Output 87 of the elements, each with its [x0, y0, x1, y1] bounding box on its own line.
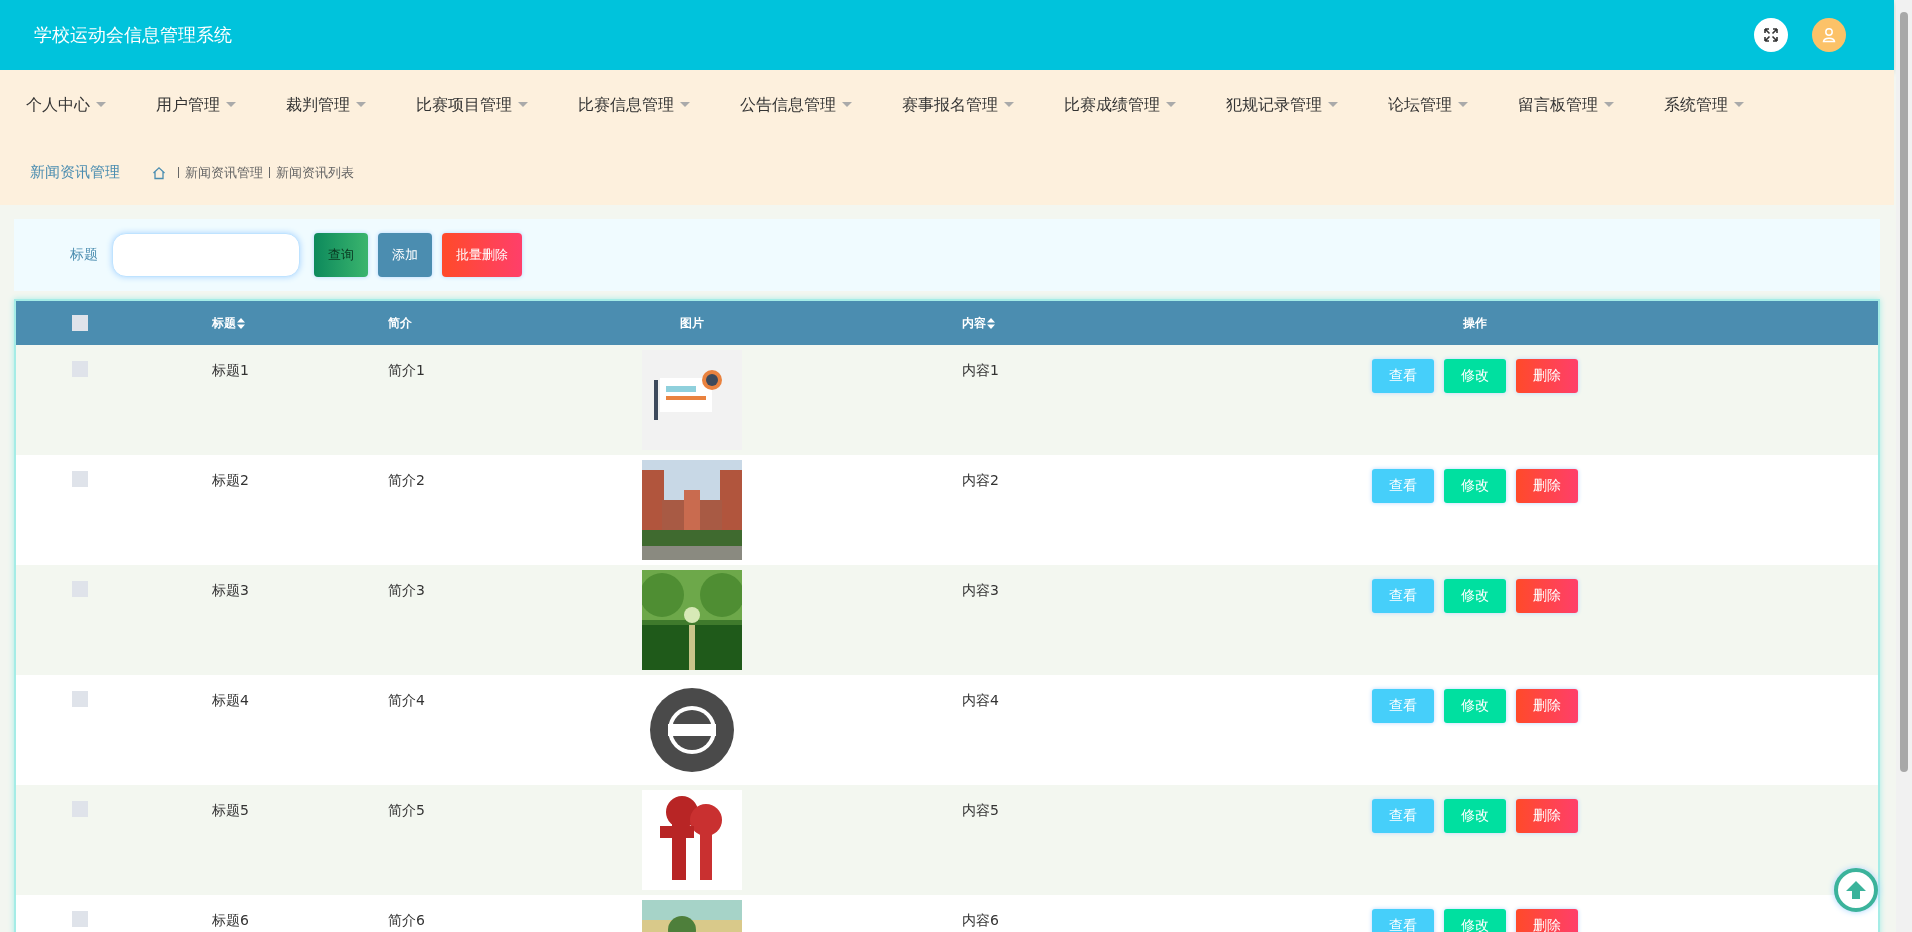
toolbar-button[interactable]: 添加 [378, 233, 432, 277]
nav-menu-item[interactable]: 论坛管理 [1388, 94, 1468, 116]
row-action-button[interactable]: 查看 [1372, 579, 1434, 613]
sort-icon[interactable] [237, 317, 245, 329]
caret-icon [842, 102, 852, 108]
table-cell: 标题4 [212, 692, 249, 708]
row-action-button[interactable]: 删除 [1516, 909, 1578, 932]
table-cell: 简介2 [388, 472, 425, 488]
row-checkbox[interactable] [72, 471, 88, 487]
table-cell: 标题6 [212, 912, 249, 928]
caret-icon [680, 102, 690, 108]
arrow-up-icon [1845, 879, 1867, 901]
nav-menu-item[interactable]: 个人中心 [26, 94, 106, 116]
scrollbar[interactable] [1896, 0, 1912, 932]
row-checkbox[interactable] [72, 911, 88, 927]
nav-menu-item[interactable]: 留言板管理 [1518, 94, 1614, 116]
nav-menu-item[interactable]: 系统管理 [1664, 94, 1744, 116]
table-cell: 内容3 [962, 582, 999, 598]
field-label: 标题 [70, 246, 98, 264]
row-action-button[interactable]: 修改 [1444, 579, 1506, 613]
row-action-button[interactable]: 删除 [1516, 799, 1578, 833]
select-all-checkbox[interactable] [72, 315, 88, 331]
table-cell: 标题5 [212, 802, 249, 818]
nav-menu-item[interactable]: 裁判管理 [286, 94, 366, 116]
row-action-button[interactable]: 删除 [1516, 359, 1578, 393]
caret-icon [1734, 102, 1744, 108]
row-action-button[interactable]: 查看 [1372, 799, 1434, 833]
nav-menu-item[interactable]: 比赛项目管理 [416, 94, 528, 116]
column-header: 图片 [680, 314, 704, 332]
caret-icon [356, 102, 366, 108]
nav-menu-item[interactable]: 犯规记录管理 [1226, 94, 1338, 116]
caret-icon [1604, 102, 1614, 108]
sort-icon[interactable] [987, 317, 995, 329]
breadcrumb-link[interactable]: 新闻资讯列表 [276, 163, 354, 182]
row-checkbox[interactable] [72, 691, 88, 707]
table-cell: 简介1 [388, 362, 425, 378]
caret-icon [1458, 102, 1468, 108]
caret-icon [1166, 102, 1176, 108]
table-cell: 简介6 [388, 912, 425, 928]
nav-menu-item[interactable]: 比赛成绩管理 [1064, 94, 1176, 116]
caret-icon [226, 102, 236, 108]
row-action-button[interactable]: 修改 [1444, 359, 1506, 393]
title-search-field[interactable] [112, 233, 300, 277]
toolbar-button[interactable]: 批量删除 [442, 233, 522, 277]
nav-menu-item[interactable]: 公告信息管理 [740, 94, 852, 116]
app-title: 学校运动会信息管理系统 [34, 23, 232, 47]
column-header: 内容 [962, 314, 986, 332]
avatar-button[interactable] [1812, 18, 1846, 52]
row-action-button[interactable]: 删除 [1516, 579, 1578, 613]
row-action-button[interactable]: 修改 [1444, 799, 1506, 833]
caret-icon [518, 102, 528, 108]
row-action-button[interactable]: 删除 [1516, 469, 1578, 503]
breadcrumb-link[interactable]: 新闻资讯管理 [185, 163, 263, 182]
column-header: 简介 [388, 314, 412, 332]
table-cell: 标题3 [212, 582, 249, 598]
fullscreen-button[interactable] [1754, 18, 1788, 52]
expand-icon [1763, 27, 1779, 43]
home-icon[interactable] [152, 165, 166, 180]
table-cell: 内容1 [962, 362, 999, 378]
table-cell: 内容5 [962, 802, 999, 818]
row-action-button[interactable]: 修改 [1444, 469, 1506, 503]
table-cell: 标题2 [212, 472, 249, 488]
row-action-button[interactable]: 查看 [1372, 909, 1434, 932]
caret-icon [1328, 102, 1338, 108]
caret-icon [96, 102, 106, 108]
table-cell: 内容4 [962, 692, 999, 708]
table-cell: 简介5 [388, 802, 425, 818]
caret-icon [1004, 102, 1014, 108]
column-header: 标题 [212, 314, 236, 332]
row-action-button[interactable]: 修改 [1444, 909, 1506, 932]
user-icon [1821, 27, 1837, 43]
table-cell: 内容2 [962, 472, 999, 488]
nav-menu-item[interactable]: 用户管理 [156, 94, 236, 116]
row-action-button[interactable]: 修改 [1444, 689, 1506, 723]
table-cell: 标题1 [212, 362, 249, 378]
table-cell: 简介3 [388, 582, 425, 598]
row-action-button[interactable]: 查看 [1372, 469, 1434, 503]
table-cell: 简介4 [388, 692, 425, 708]
nav-menu-item[interactable]: 赛事报名管理 [902, 94, 1014, 116]
row-action-button[interactable]: 删除 [1516, 689, 1578, 723]
toolbar-button[interactable]: 查询 [314, 233, 368, 277]
column-header: 操作 [1463, 314, 1487, 332]
row-action-button[interactable]: 查看 [1372, 689, 1434, 723]
row-action-button[interactable]: 查看 [1372, 359, 1434, 393]
section-title: 新闻资讯管理 [30, 163, 120, 182]
nav-menu-item[interactable]: 比赛信息管理 [578, 94, 690, 116]
table-cell: 内容6 [962, 912, 999, 928]
